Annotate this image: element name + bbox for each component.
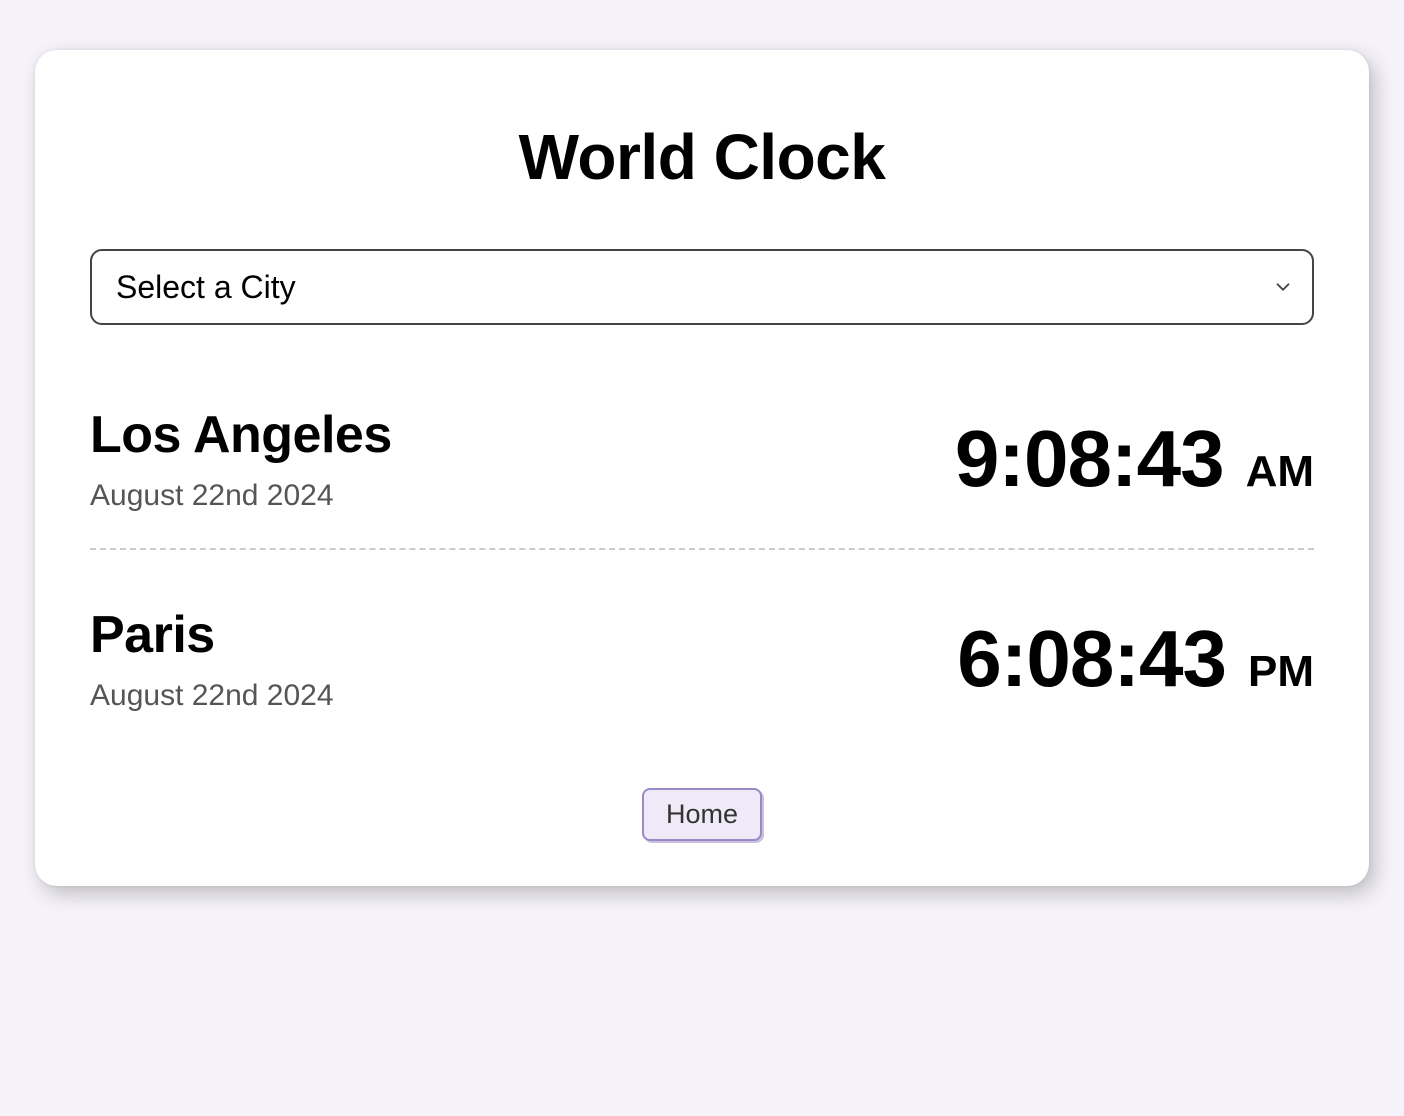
city-name: Los Angeles <box>90 405 392 465</box>
clock-row: Los Angeles August 22nd 2024 9:08:43 AM <box>90 380 1314 548</box>
clock-row: Paris August 22nd 2024 6:08:43 PM <box>90 548 1314 748</box>
city-block: Los Angeles August 22nd 2024 <box>90 405 392 513</box>
time-value: 9:08:43 <box>955 413 1224 505</box>
time-value: 6:08:43 <box>957 613 1226 705</box>
city-block: Paris August 22nd 2024 <box>90 605 334 713</box>
home-button[interactable]: Home <box>642 788 762 841</box>
footer: Home <box>90 788 1314 841</box>
page-title: World Clock <box>90 120 1314 194</box>
city-name: Paris <box>90 605 334 665</box>
time-period: PM <box>1248 647 1314 697</box>
city-select[interactable]: Select a City <box>90 249 1314 325</box>
world-clock-card: World Clock Select a City Los Angeles Au… <box>35 50 1369 886</box>
time-period: AM <box>1246 447 1314 497</box>
city-date: August 22nd 2024 <box>90 679 334 713</box>
city-date: August 22nd 2024 <box>90 479 392 513</box>
time-block: 6:08:43 PM <box>957 613 1314 705</box>
time-block: 9:08:43 AM <box>955 413 1314 505</box>
